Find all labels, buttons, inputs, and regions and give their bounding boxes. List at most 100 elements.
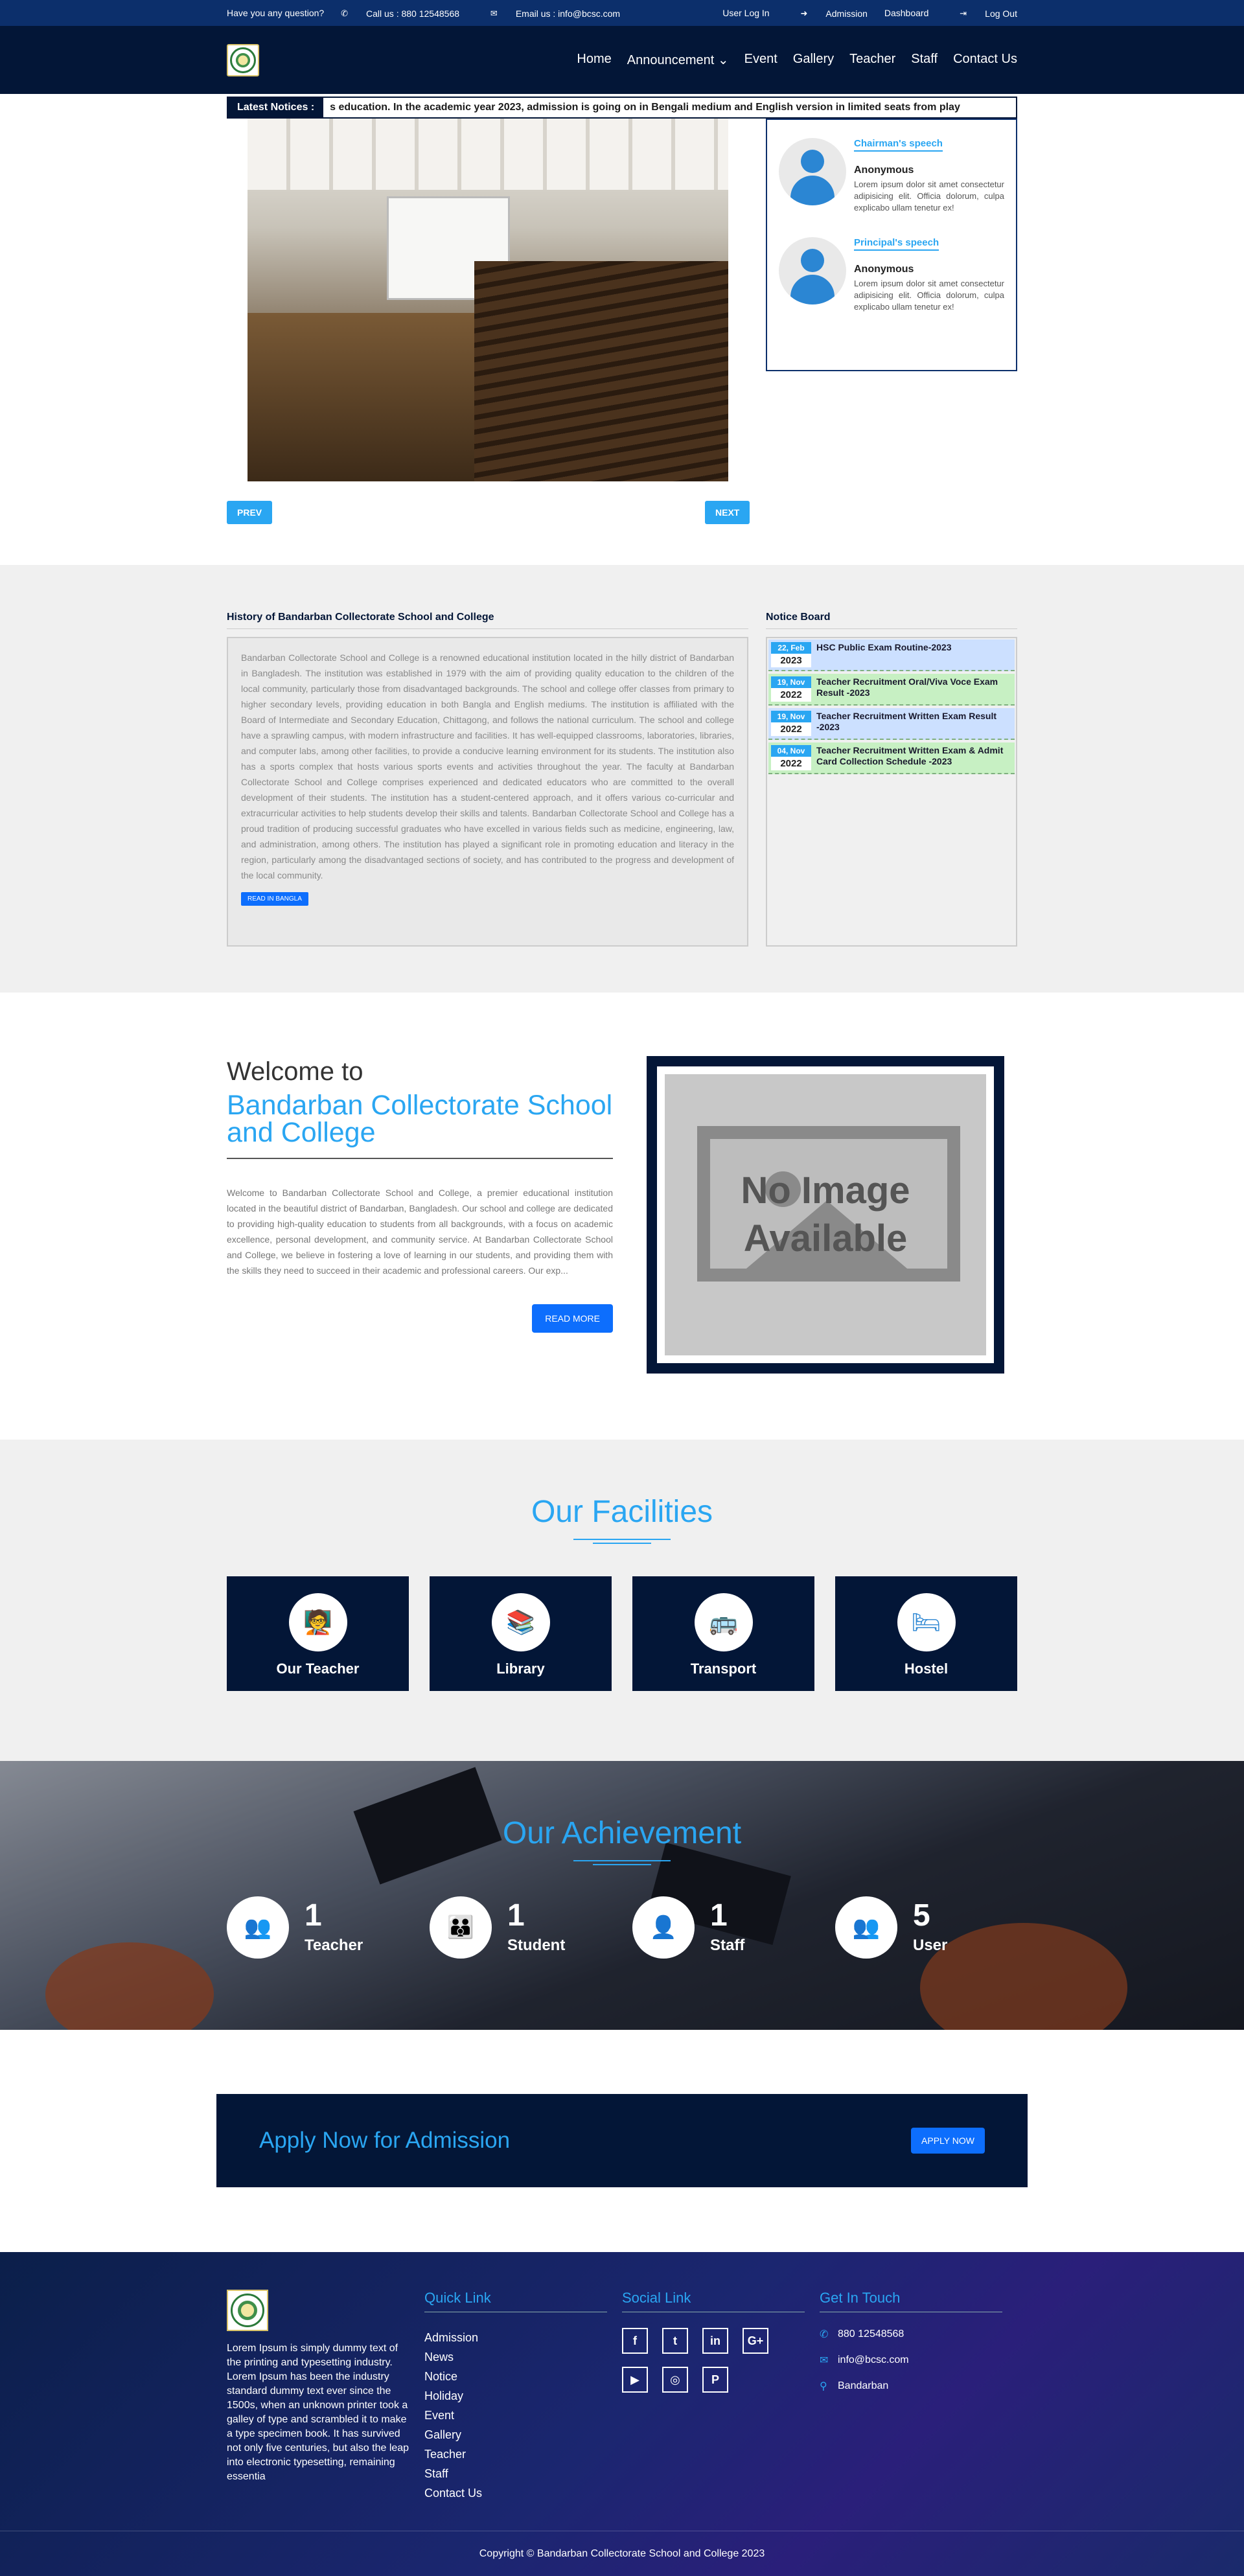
get-in-touch-title: Get In Touch <box>820 2290 1002 2312</box>
notice-date: 22, Feb 2023 <box>771 642 811 667</box>
speech-title[interactable]: Chairman's speech <box>854 138 943 152</box>
logo-seal <box>230 47 256 73</box>
notice-text: Teacher Recruitment Written Exam Result … <box>816 711 997 732</box>
pinterest-icon[interactable]: P <box>702 2367 728 2393</box>
footer-link-notice[interactable]: Notice <box>424 2367 622 2386</box>
footer-link-event[interactable]: Event <box>424 2406 622 2425</box>
achievement-count: 1 <box>710 1898 728 1933</box>
facility-label: Library <box>496 1661 545 1677</box>
ticker-label: Latest Notices : <box>228 98 324 117</box>
title-underline <box>573 1539 671 1544</box>
phone-icon: ✆ <box>341 8 349 18</box>
speech-title[interactable]: Principal's speech <box>854 237 939 251</box>
school-logo[interactable] <box>227 43 259 76</box>
nav-menu: Home Announcement ⌄ Event Gallery Teache… <box>577 52 1017 68</box>
footer-link-gallery[interactable]: Gallery <box>424 2425 622 2444</box>
avatar <box>779 138 846 205</box>
footer-link-news[interactable]: News <box>424 2347 622 2367</box>
achievement-item: 👥 1 Teacher <box>227 1896 409 1959</box>
nav-announcement[interactable]: Announcement ⌄ <box>627 52 729 68</box>
welcome-heading: Welcome to <box>227 1057 363 1086</box>
notice-item[interactable]: 19, Nov 2022 Teacher Recruitment Oral/Viv… <box>768 674 1015 706</box>
google-plus-icon[interactable]: G+ <box>743 2328 768 2354</box>
footer-link-staff[interactable]: Staff <box>424 2464 622 2483</box>
instagram-icon[interactable]: ◎ <box>662 2367 688 2393</box>
footer-about-text: Lorem Ipsum is simply dummy text of the … <box>227 2343 409 2482</box>
facility-label: Our Teacher <box>276 1661 360 1677</box>
quick-link-title: Quick Link <box>424 2290 607 2312</box>
dashboard-link[interactable]: Dashboard <box>884 8 929 18</box>
history-section: History of Bandarban Collectorate School… <box>0 565 1244 993</box>
notice-board-title: Notice Board <box>766 612 1017 629</box>
notice-item[interactable]: 22, Feb 2023 HSC Public Exam Routine-2023 <box>768 639 1015 671</box>
facility-card[interactable]: 🚌 Transport <box>632 1576 814 1691</box>
achievement-label: Student <box>507 1937 566 1954</box>
footer-link-admission[interactable]: Admission <box>424 2328 622 2347</box>
notice-item[interactable]: 19, Nov 2022 Teacher Recruitment Written … <box>768 708 1015 740</box>
footer-link-contact[interactable]: Contact Us <box>424 2483 622 2503</box>
notice-board: 22, Feb 2023 HSC Public Exam Routine-2023… <box>766 637 1017 947</box>
nav-staff[interactable]: Staff <box>911 52 938 68</box>
bus-icon: 🚌 <box>694 1593 753 1651</box>
footer: Lorem Ipsum is simply dummy text of the … <box>0 2252 1244 2576</box>
read-more-button[interactable]: READ MORE <box>532 1304 613 1333</box>
history-box: Bandarban Collectorate School and Colleg… <box>227 637 748 947</box>
achievement-count: 1 <box>305 1898 322 1933</box>
twitter-icon[interactable]: t <box>662 2328 688 2354</box>
apply-now-button[interactable]: APPLY NOW <box>911 2128 985 2154</box>
apply-banner: Apply Now for Admission APPLY NOW <box>216 2094 1028 2187</box>
history-text: Bandarban Collectorate School and Colleg… <box>241 652 734 880</box>
email-info: ✉ Email us : info@bcsc.com <box>490 8 621 19</box>
facility-card[interactable]: 📚 Library <box>430 1576 612 1691</box>
question-text: Have you any question? <box>227 7 325 18</box>
facility-card[interactable]: 🧑‍🏫 Our Teacher <box>227 1576 409 1691</box>
facilities-section: Our Facilities 🧑‍🏫 Our Teacher 📚 Library… <box>0 1440 1244 1761</box>
achievement-label: Staff <box>710 1937 745 1954</box>
social-link-title: Social Link <box>622 2290 805 2312</box>
nav-teacher[interactable]: Teacher <box>849 52 895 68</box>
nav-home[interactable]: Home <box>577 52 611 68</box>
next-button[interactable]: NEXT <box>705 501 750 524</box>
hero-section: PREV NEXT Chairman's speech Anonymous Lo… <box>0 119 1244 566</box>
ticker-text[interactable]: s education. In the academic year 2023, … <box>323 102 960 113</box>
speech-name: Anonymous <box>854 165 914 176</box>
history-title: History of Bandarban Collectorate School… <box>227 612 748 629</box>
facility-label: Transport <box>690 1661 757 1677</box>
school-name-heading: Bandarban Collectorate School and Colleg… <box>227 1092 613 1159</box>
prev-button[interactable]: PREV <box>227 501 273 524</box>
achievement-count: 5 <box>913 1898 930 1933</box>
welcome-image-frame: No Image Available <box>647 1056 1004 1374</box>
contact-phone: ✆ 880 12548568 <box>820 2329 904 2340</box>
nav-contact[interactable]: Contact Us <box>953 52 1017 68</box>
title-underline <box>573 1860 671 1865</box>
user-login-link[interactable]: User Log In <box>722 8 769 18</box>
envelope-icon: ✉ <box>820 2355 829 2366</box>
notice-item[interactable]: 04, Nov 2022 Teacher Recruitment Written … <box>768 742 1015 774</box>
contact-location: ⚲ Bandarban <box>820 2380 889 2392</box>
linkedin-icon[interactable]: in <box>702 2328 728 2354</box>
footer-link-holiday[interactable]: Holiday <box>424 2386 622 2406</box>
achievement-count: 1 <box>507 1898 525 1933</box>
facility-label: Hostel <box>904 1661 949 1677</box>
footer-link-teacher[interactable]: Teacher <box>424 2444 622 2464</box>
achievement-label: User <box>913 1937 948 1954</box>
nav-event[interactable]: Event <box>744 52 778 68</box>
facility-card[interactable]: 🛏 Hostel <box>835 1576 1017 1691</box>
facebook-icon[interactable]: f <box>622 2328 648 2354</box>
admission-link[interactable]: ➜ Admission <box>786 8 868 19</box>
welcome-section: Welcome to Bandarban Collectorate School… <box>0 993 1244 1440</box>
welcome-text: Welcome to Bandarban Collectorate School… <box>227 1188 613 1276</box>
read-in-bangla-button[interactable]: READ IN BANGLA <box>241 892 308 906</box>
apply-title: Apply Now for Admission <box>259 2128 511 2153</box>
logout-link[interactable]: ⇥ Log Out <box>945 8 1017 19</box>
chevron-down-icon: ⌄ <box>717 53 729 67</box>
nav-gallery[interactable]: Gallery <box>793 52 834 68</box>
bed-icon: 🛏 <box>897 1593 956 1651</box>
youtube-icon[interactable]: ▶ <box>622 2367 648 2393</box>
footer-logo[interactable] <box>227 2290 268 2331</box>
speech-name: Anonymous <box>854 264 914 275</box>
achievement-item: 👤 1 Staff <box>632 1896 814 1959</box>
students-icon: 👪 <box>430 1896 492 1959</box>
achievement-title: Our Achievement <box>502 1816 742 1850</box>
users-icon: 👥 <box>835 1896 897 1959</box>
